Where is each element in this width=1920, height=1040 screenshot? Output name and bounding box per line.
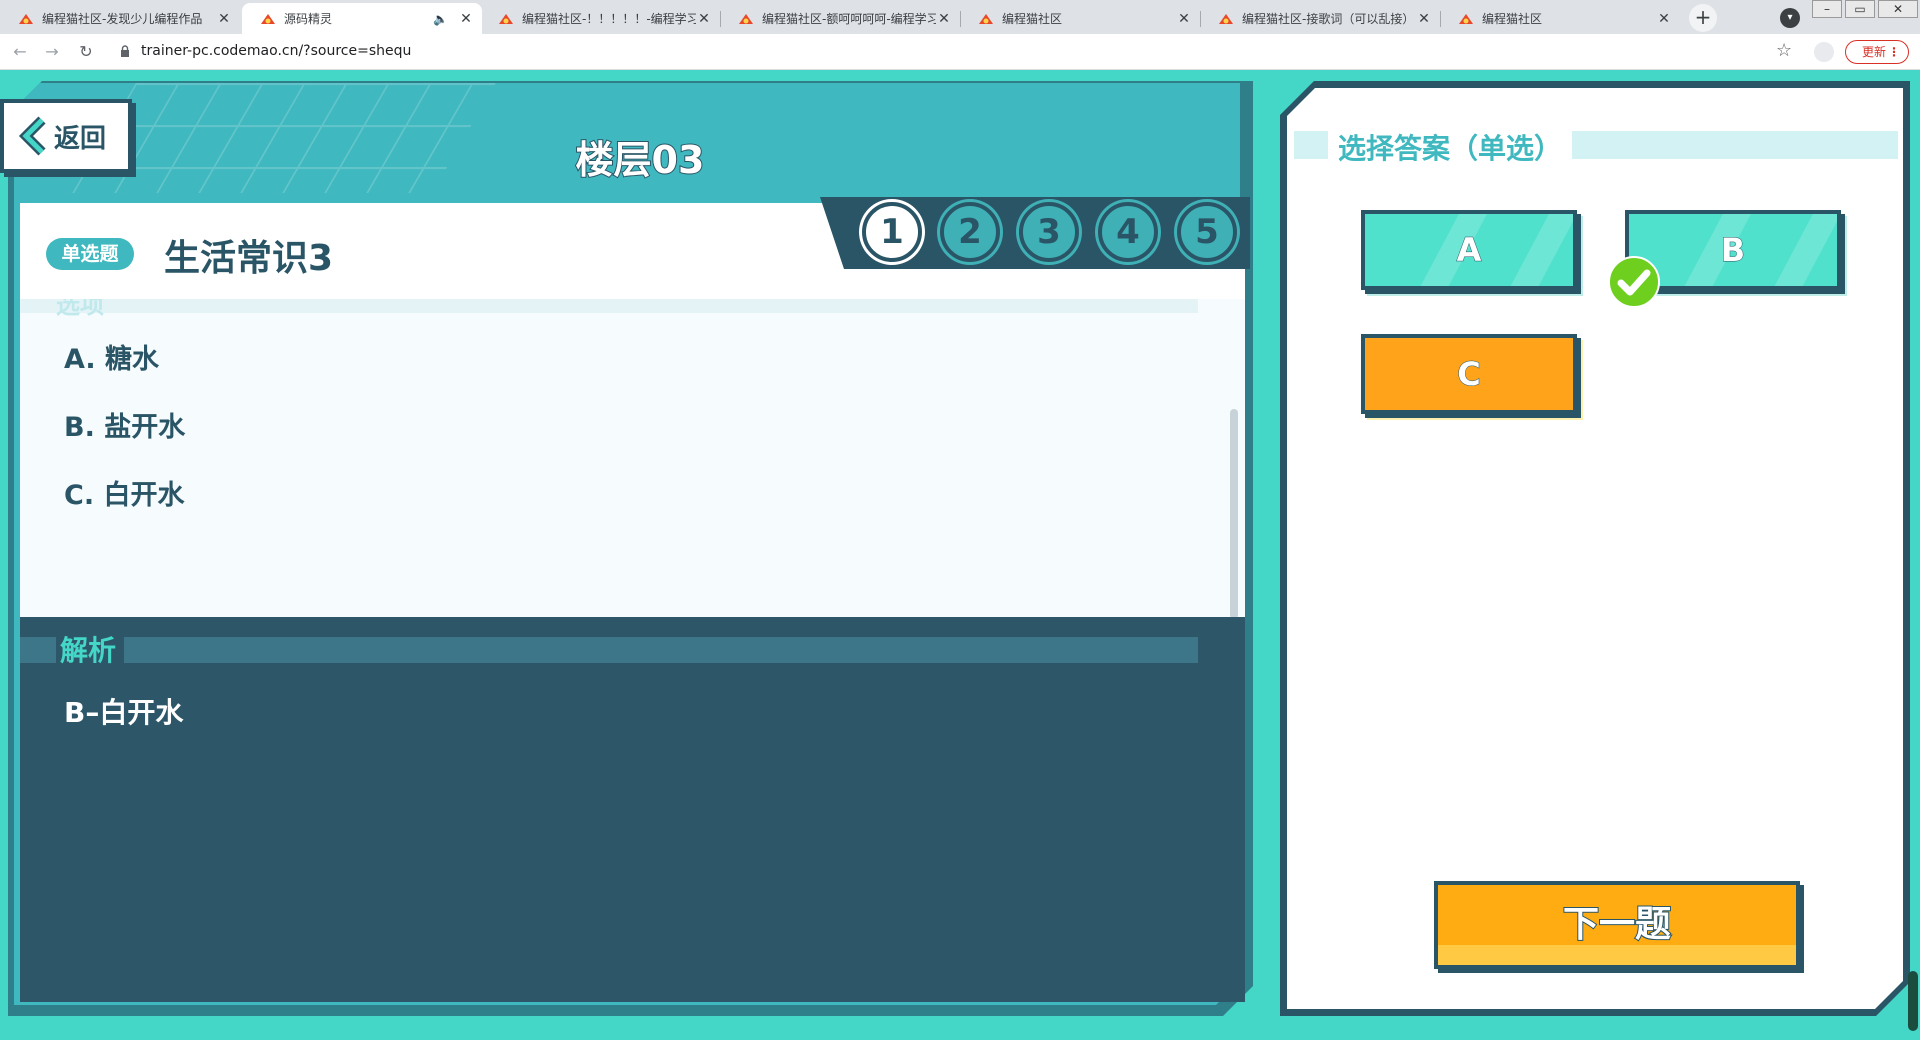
codemao-favicon-icon <box>739 13 753 24</box>
grid-decoration <box>72 83 496 193</box>
browser-tab[interactable]: 编程猫社区-发现少儿编程作品 ✕ <box>0 3 240 34</box>
more-icon: ⋮ <box>1888 45 1900 59</box>
answer-a-button[interactable]: A <box>1361 210 1577 290</box>
quiz-page: 1 2 3 4 5 返回 楼层03 单选题 生活常识3 选项 A. 糖水 B. … <box>0 71 1920 1040</box>
tab-close-icon[interactable]: ✕ <box>458 11 474 27</box>
back-arrow-icon[interactable]: ← <box>10 42 30 62</box>
browser-tab-bar: 编程猫社区-发现少儿编程作品 ✕ 源码精灵 🔈 ✕ 编程猫社区-！！！！！-编程… <box>0 0 1920 34</box>
question-type-badge: 单选题 <box>46 238 134 270</box>
analysis-text: B–白开水 <box>64 696 184 729</box>
forward-arrow-icon[interactable]: → <box>42 42 62 62</box>
option-c: C. 白开水 <box>64 480 185 511</box>
answer-b-label: B <box>1720 231 1746 270</box>
browser-tab[interactable]: 编程猫社区-接歌词（可以乱接） ✕ <box>1200 3 1440 34</box>
correct-check-icon <box>1608 256 1660 308</box>
codemao-favicon-icon <box>499 13 513 24</box>
page-scrollbar[interactable] <box>1908 971 1918 1031</box>
update-button[interactable]: 更新 ⋮ <box>1845 40 1909 64</box>
options-heading-bar <box>20 299 1198 313</box>
profile-avatar-icon[interactable] <box>1814 42 1834 62</box>
tab-title: 编程猫社区-发现少儿编程作品 <box>42 12 203 26</box>
codemao-favicon-icon <box>19 13 33 24</box>
tab-title: 编程猫社区-额呵呵呵呵-编程学习 <box>762 12 936 26</box>
floor-title: 楼层03 <box>575 137 706 183</box>
lock-icon[interactable] <box>120 45 130 57</box>
browser-tab[interactable]: 编程猫社区-额呵呵呵呵-编程学习 ✕ <box>720 3 960 34</box>
back-button[interactable]: 返回 <box>0 99 132 173</box>
codemao-favicon-icon <box>1219 13 1233 24</box>
option-a: A. 糖水 <box>64 344 160 375</box>
step-2[interactable]: 2 <box>940 202 1000 262</box>
answer-c-label: C <box>1457 355 1482 394</box>
tab-title: 编程猫社区 <box>1002 12 1063 26</box>
browser-tab-active[interactable]: 源码精灵 🔈 ✕ <box>242 3 482 34</box>
chevron-left-icon <box>18 116 46 156</box>
tab-title: 编程猫社区 <box>1482 12 1543 26</box>
browser-tab[interactable]: 编程猫社区-！！！！！-编程学习 ✕ <box>480 3 720 34</box>
step-4[interactable]: 4 <box>1098 202 1158 262</box>
shine-decoration <box>1759 214 1837 286</box>
close-window-button[interactable]: ✕ <box>1878 0 1918 18</box>
tab-title: 编程猫社区-！！！！！-编程学习 <box>522 12 696 26</box>
url-text[interactable]: trainer-pc.codemao.cn/?source=shequ <box>141 43 411 59</box>
codemao-favicon-icon <box>1459 13 1473 24</box>
step-5[interactable]: 5 <box>1177 202 1237 262</box>
speaker-icon[interactable]: 🔈 <box>433 12 448 26</box>
answer-c-button[interactable]: C <box>1361 334 1577 414</box>
minimize-button[interactable]: – <box>1812 0 1842 18</box>
tab-close-icon[interactable]: ✕ <box>1416 11 1432 27</box>
analysis-heading: 解析 <box>56 629 125 669</box>
codemao-favicon-icon <box>979 13 993 24</box>
tab-close-icon[interactable]: ✕ <box>216 11 232 27</box>
options-scrollbar[interactable] <box>1230 409 1238 619</box>
options-heading: 选项 <box>56 299 104 319</box>
step-3[interactable]: 3 <box>1019 202 1079 262</box>
tab-title: 源码精灵 <box>284 12 333 26</box>
reload-icon[interactable]: ↻ <box>76 42 96 62</box>
tab-title: 编程猫社区-接歌词（可以乱接） <box>1242 12 1415 26</box>
new-tab-button[interactable]: + <box>1689 4 1717 32</box>
back-label: 返回 <box>54 123 107 154</box>
browser-tab[interactable]: 编程猫社区 ✕ <box>960 3 1200 34</box>
codemao-favicon-icon <box>261 13 275 24</box>
tab-close-icon[interactable]: ✕ <box>1656 11 1672 27</box>
tab-close-icon[interactable]: ✕ <box>936 11 952 27</box>
browser-address-bar: ← → ↻ trainer-pc.codemao.cn/?source=sheq… <box>0 34 1920 70</box>
shine-decoration <box>1495 214 1573 286</box>
analysis-section: 解析 B–白开水 <box>20 617 1245 1002</box>
update-label: 更新 <box>1862 45 1887 59</box>
maximize-button[interactable]: ▭ <box>1845 0 1875 18</box>
next-question-label: 下一题 <box>1562 903 1672 946</box>
next-question-button[interactable]: 下一题 <box>1434 881 1800 969</box>
analysis-heading-bar <box>20 637 1198 663</box>
tab-close-icon[interactable]: ✕ <box>1176 11 1192 27</box>
step-indicator: 1 2 3 4 5 <box>820 197 1250 269</box>
option-b: B. 盐开水 <box>64 412 186 443</box>
tab-close-icon[interactable]: ✕ <box>696 11 712 27</box>
step-1[interactable]: 1 <box>862 202 922 262</box>
bookmark-star-icon[interactable]: ☆ <box>1776 40 1792 61</box>
answer-a-label: A <box>1456 231 1482 270</box>
options-section[interactable]: 选项 A. 糖水 B. 盐开水 C. 白开水 <box>20 299 1245 619</box>
question-title: 生活常识3 <box>164 238 334 279</box>
browser-tab[interactable]: 编程猫社区 ✕ <box>1440 3 1680 34</box>
answer-panel-title: 选择答案（单选） <box>1328 127 1573 167</box>
tab-search-icon[interactable]: ▾ <box>1780 8 1800 28</box>
